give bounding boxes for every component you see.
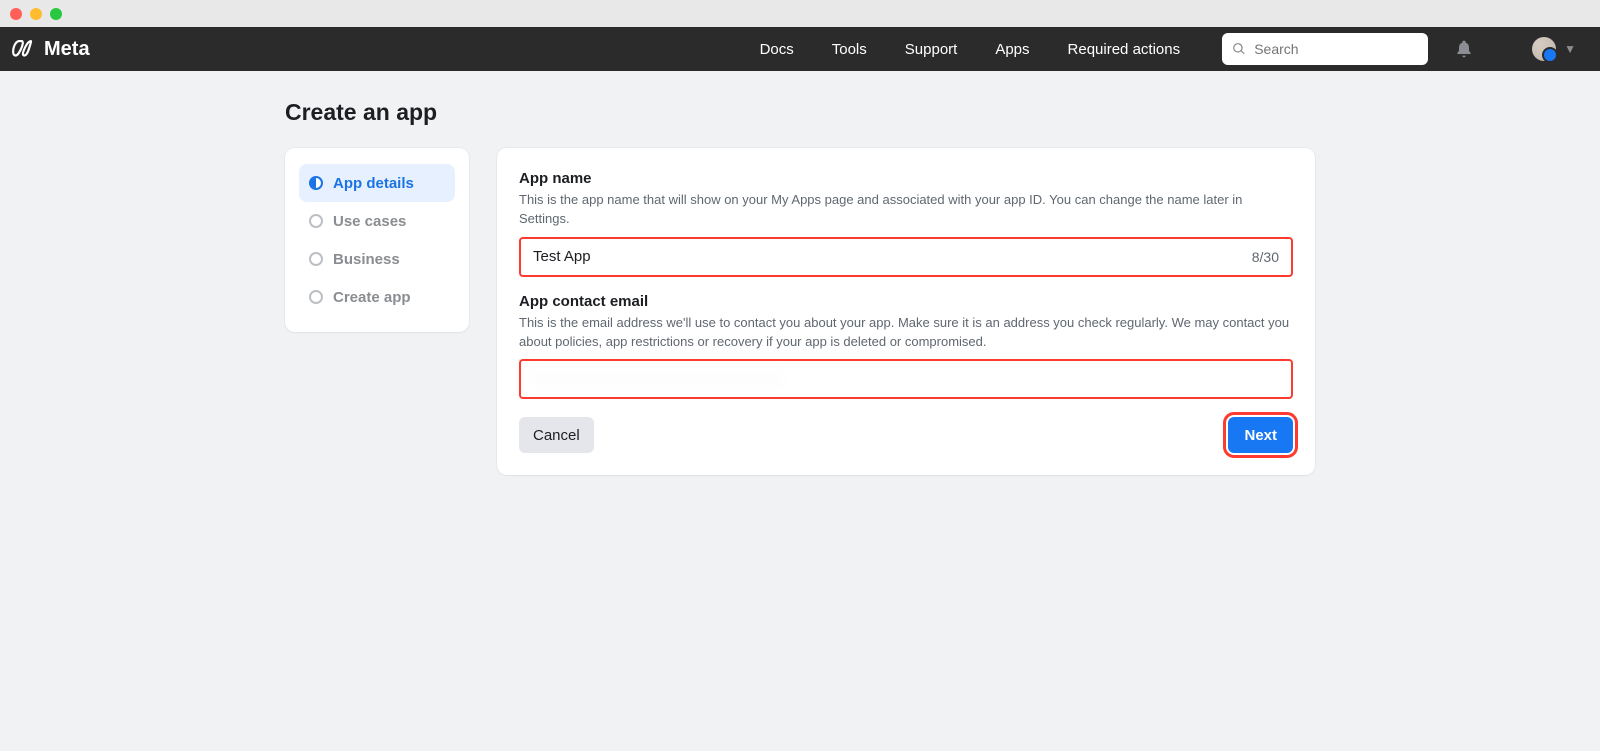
step-label: Business <box>333 251 400 268</box>
window-minimize-icon[interactable] <box>30 8 42 20</box>
nav-links: Docs Tools Support Apps Required actions <box>760 41 1181 58</box>
step-label: App details <box>333 175 414 192</box>
step-create-app[interactable]: Create app <box>299 278 455 316</box>
step-use-cases[interactable]: Use cases <box>299 202 455 240</box>
contact-email-value-redacted <box>533 370 783 388</box>
app-name-counter: 8/30 <box>1252 249 1279 265</box>
nav-link-docs[interactable]: Docs <box>760 41 794 58</box>
app-name-value: Test App <box>533 248 1252 265</box>
bell-icon <box>1454 39 1474 59</box>
page-title: Create an app <box>285 99 1315 126</box>
window-chrome <box>0 0 1600 27</box>
field-app-name: App name This is the app name that will … <box>519 170 1293 277</box>
form-card: App name This is the app name that will … <box>497 148 1315 475</box>
contact-email-desc: This is the email address we'll use to c… <box>519 314 1293 352</box>
top-nav: Meta Docs Tools Support Apps Required ac… <box>0 27 1600 71</box>
next-button[interactable]: Next <box>1228 417 1293 453</box>
search-box[interactable] <box>1222 33 1428 65</box>
account-menu[interactable]: ▼ <box>1532 37 1576 61</box>
brand-name: Meta <box>44 38 90 61</box>
meta-logo-icon <box>12 36 38 62</box>
app-name-desc: This is the app name that will show on y… <box>519 191 1293 229</box>
nav-link-support[interactable]: Support <box>905 41 958 58</box>
nav-link-required-actions[interactable]: Required actions <box>1068 41 1181 58</box>
nav-link-tools[interactable]: Tools <box>832 41 867 58</box>
notifications-button[interactable] <box>1454 39 1474 59</box>
nav-link-apps[interactable]: Apps <box>995 41 1029 58</box>
window-close-icon[interactable] <box>10 8 22 20</box>
page-body: Create an app App details Use cases Busi… <box>0 71 1600 751</box>
brand-logo[interactable]: Meta <box>12 36 90 62</box>
step-indicator-icon <box>309 290 323 304</box>
step-indicator-icon <box>309 214 323 228</box>
app-name-label: App name <box>519 170 1293 187</box>
app-name-input[interactable]: Test App 8/30 <box>519 237 1293 277</box>
search-icon <box>1232 41 1246 57</box>
chevron-down-icon: ▼ <box>1564 42 1576 56</box>
step-indicator-icon <box>309 252 323 266</box>
step-indicator-icon <box>309 176 323 190</box>
window-zoom-icon[interactable] <box>50 8 62 20</box>
field-contact-email: App contact email This is the email addr… <box>519 293 1293 400</box>
contact-email-input[interactable] <box>519 359 1293 399</box>
step-app-details[interactable]: App details <box>299 164 455 202</box>
avatar-icon <box>1532 37 1556 61</box>
step-label: Create app <box>333 289 411 306</box>
contact-email-label: App contact email <box>519 293 1293 310</box>
step-business[interactable]: Business <box>299 240 455 278</box>
form-actions: Cancel Next <box>519 417 1293 453</box>
stepper: App details Use cases Business Create ap… <box>285 148 469 332</box>
cancel-button[interactable]: Cancel <box>519 417 594 453</box>
step-label: Use cases <box>333 213 406 230</box>
search-input[interactable] <box>1254 41 1418 57</box>
